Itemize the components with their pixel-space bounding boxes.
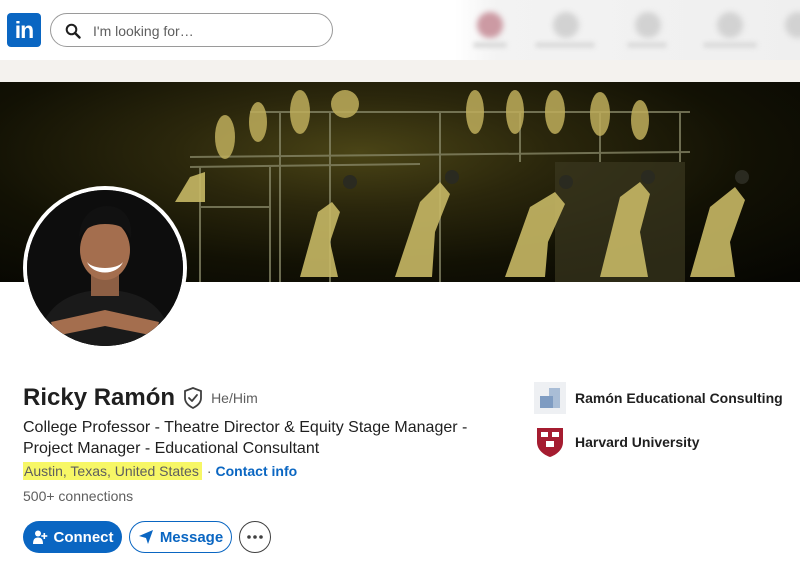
name-row: Ricky Ramón He/Him xyxy=(23,382,258,414)
logo-text: in xyxy=(14,16,34,43)
pronouns: He/Him xyxy=(211,390,258,406)
profile-avatar[interactable] xyxy=(27,190,183,346)
location-row: Austin, Texas, United States · Contact i… xyxy=(23,461,297,481)
blurred-nav-icon[interactable] xyxy=(785,12,800,38)
message-button[interactable]: Message xyxy=(129,521,232,553)
connections-count: 500+ connections xyxy=(23,488,134,504)
page-background xyxy=(0,60,800,82)
profile-name: Ricky Ramón xyxy=(23,384,176,411)
linkedin-logo[interactable]: in xyxy=(7,13,41,47)
org-name: Harvard University xyxy=(575,434,700,450)
harvard-shield-icon xyxy=(534,426,566,458)
nav-icons-blurred xyxy=(455,0,800,60)
blurred-nav-label xyxy=(703,42,757,48)
blurred-nav-label xyxy=(627,42,667,48)
search-icon xyxy=(65,23,81,39)
org-item-education[interactable]: Harvard University xyxy=(534,426,700,458)
blurred-nav-icon[interactable] xyxy=(477,12,503,38)
connect-label: Connect xyxy=(53,528,114,546)
profile-headline: College Professor - Theatre Director & E… xyxy=(23,419,468,457)
blurred-nav-label xyxy=(473,42,507,48)
search-input[interactable] xyxy=(91,20,325,42)
add-person-icon xyxy=(32,530,47,544)
blurred-nav-icon[interactable] xyxy=(553,12,579,38)
more-horizontal-icon xyxy=(247,535,263,539)
top-nav: in xyxy=(0,0,800,60)
search-bar[interactable] xyxy=(50,13,333,47)
send-icon xyxy=(138,530,153,544)
more-options-button[interactable] xyxy=(239,521,271,553)
separator-dot: · xyxy=(206,463,212,479)
profile-photo xyxy=(27,190,183,346)
blurred-nav-icon[interactable] xyxy=(717,12,743,38)
blurred-nav-icon[interactable] xyxy=(635,12,661,38)
message-label: Message xyxy=(159,528,224,546)
blurred-nav-label xyxy=(535,42,595,48)
connect-button[interactable]: Connect xyxy=(23,521,122,553)
verified-shield-icon[interactable] xyxy=(183,387,203,409)
org-item-company[interactable]: Ramón Educational Consulting xyxy=(534,382,783,414)
contact-info-link[interactable]: Contact info xyxy=(216,463,298,479)
location-text: Austin, Texas, United States xyxy=(23,462,202,480)
org-name: Ramón Educational Consulting xyxy=(575,390,783,406)
company-logo-icon xyxy=(534,382,566,414)
